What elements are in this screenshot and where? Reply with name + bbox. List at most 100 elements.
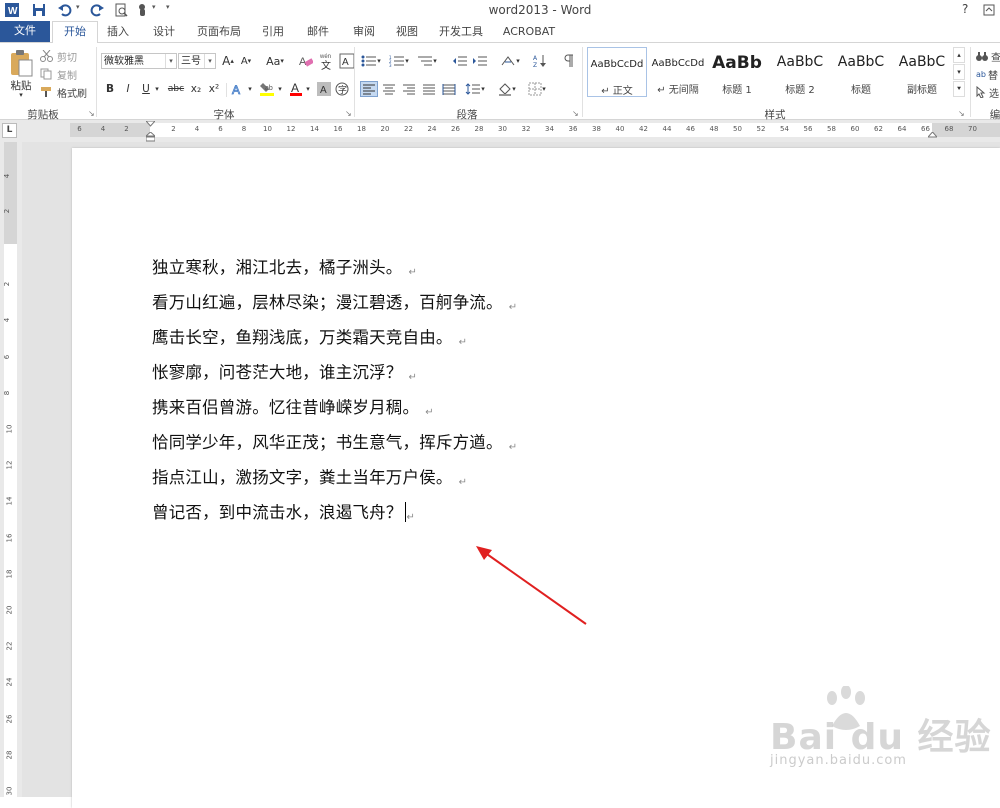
style-heading2[interactable]: AaBbC 标题 2 [770,47,830,97]
tab-mailings[interactable]: 邮件 [300,23,336,42]
text-effects-dropdown-icon[interactable]: ▾ [246,81,254,97]
multilevel-list-icon[interactable]: ▾ [416,53,438,69]
style-heading1[interactable]: AaBb 标题 1 [709,47,765,97]
tab-references[interactable]: 引用 [256,23,290,42]
style-title[interactable]: AaBbC 标题 [831,47,891,97]
svg-text:wén: wén [319,54,331,60]
font-size-box[interactable]: 三号 ▾ [178,53,216,69]
show-marks-icon[interactable] [560,53,576,69]
shading-icon[interactable]: ▾ [496,81,518,97]
ruler-number: 18 [357,125,366,133]
increase-indent-icon[interactable] [472,53,488,69]
tab-layout[interactable]: 页面布局 [192,23,246,42]
line-spacing-icon[interactable]: ▾ [464,81,486,97]
numbering-icon[interactable]: 1 2 3 ▾ [388,53,410,69]
clear-formatting-icon[interactable]: A [298,53,314,69]
borders-icon[interactable]: ▾ [526,81,548,97]
font-size-value: 三号 [181,56,201,67]
font-color-icon[interactable]: A [288,81,304,97]
phonetic-guide-icon[interactable]: wén 文 [318,51,336,71]
enclose-char-icon[interactable]: 字 [334,81,350,97]
bullets-icon[interactable]: ▾ [360,53,382,69]
font-color-dropdown-icon[interactable]: ▾ [304,81,312,97]
doc-line-8[interactable]: 曾记否，到中流击水，浪遏飞舟？ ↵ [152,499,415,523]
highlight-dropdown-icon[interactable]: ▾ [276,81,284,97]
doc-line-1[interactable]: 独立寒秋，湘江北去，橘子洲头。 ↵ [152,254,417,278]
change-case-button[interactable]: Aa ▾ [262,53,288,69]
style-normal-sample: AaBbCcDd [590,59,644,70]
chinese-layout-icon[interactable]: ▾ [498,53,522,69]
doc-line-7[interactable]: 指点江山，激扬文字，粪土当年万户侯。 ↵ [152,464,467,488]
align-right-icon[interactable] [400,81,418,97]
horizontal-ruler[interactable]: L 6 4 2 2 4 6 8 10 12 14 16 18 20 22 24 26 28 30 32 34 36 38 4… [0,120,1000,142]
tab-developer[interactable]: 开发工具 [434,23,488,42]
tab-file[interactable]: 文件 [0,21,50,42]
ribbon-display-icon[interactable] [982,2,996,18]
strikethrough-button[interactable]: abc [166,81,186,97]
style-normal[interactable]: AaBbCcDd ↵ 正文 [587,47,647,97]
grow-font-label: A [222,54,231,68]
format-painter-button[interactable]: 格式刷 [40,85,87,100]
help-button[interactable]: ? [962,2,968,16]
doc-line-2[interactable]: 看万山红遍，层林尽染；漫江碧透，百舸争流。 ↵ [152,289,517,313]
ruler-number: 44 [662,125,672,133]
doc-line-4[interactable]: 怅寥廓，问苍茫大地，谁主沉浮？ ↵ [152,359,417,383]
find-button[interactable]: 查 [976,49,1000,64]
right-indent-marker[interactable] [928,132,937,138]
shrink-font-button[interactable]: A ▾ [238,53,254,69]
align-left-icon[interactable] [360,81,378,97]
align-center-icon[interactable] [380,81,398,97]
paste-button[interactable]: 粘贴 [6,79,36,92]
doc-line-2-text: 看万山红遍，层林尽染；漫江碧透，百舸争流。 [152,293,503,312]
decrease-indent-icon[interactable] [452,53,468,69]
watermark-url: jingyan.baidu.com [770,753,907,768]
bold-button[interactable]: B [103,81,117,97]
superscript-button[interactable]: x² [206,81,222,97]
style-no-spacing[interactable]: AaBbCcDd ↵ 无间隔 [648,47,708,97]
vertical-ruler-number: 16 [5,533,14,543]
distributed-icon[interactable] [440,81,458,97]
styles-scroll-down-icon[interactable]: ▾ [953,64,965,80]
svg-text:A: A [232,83,240,96]
select-button[interactable]: 选 [976,85,999,100]
grow-font-button[interactable]: A ▴ [220,53,236,69]
paste-icon[interactable] [6,47,36,81]
clipboard-launcher-icon[interactable]: ↘ [88,109,95,118]
styles-launcher-icon[interactable]: ↘ [958,109,965,118]
doc-line-6[interactable]: 恰同学少年，风华正茂；书生意气，挥斥方遒。 ↵ [152,429,517,453]
char-shading-icon[interactable]: A [316,81,332,97]
tab-view[interactable]: 视图 [390,23,424,42]
styles-scroll-up-icon[interactable]: ▴ [953,47,965,63]
tab-design[interactable]: 设计 [146,23,182,42]
replace-button[interactable]: ab 替 [976,67,998,82]
paragraph-launcher-icon[interactable]: ↘ [572,109,579,118]
vertical-ruler[interactable]: 4 2 2 4 6 8 10 12 14 16 18 20 22 24 26 28 30 [0,142,22,797]
font-name-box[interactable]: 微软雅黑 ▾ [101,53,177,69]
underline-button[interactable]: U [139,81,153,97]
font-size-dropdown-icon[interactable]: ▾ [204,54,215,68]
first-line-indent-marker[interactable] [146,121,155,127]
text-effects-icon[interactable]: A [230,81,246,97]
tab-review[interactable]: 审阅 [346,23,382,42]
sort-icon[interactable]: AZ [532,53,548,69]
highlight-icon[interactable]: ab [258,81,276,97]
tab-insert[interactable]: 插入 [100,23,136,42]
doc-line-3[interactable]: 鹰击长空，鱼翔浅底，万类霜天竞自由。 ↵ [152,324,467,348]
font-launcher-icon[interactable]: ↘ [345,109,352,118]
justify-icon[interactable] [420,81,438,97]
font-name-dropdown-icon[interactable]: ▾ [165,54,176,68]
paste-dropdown-icon[interactable]: ▾ [16,91,26,99]
subscript-button[interactable]: x₂ [188,81,204,97]
vertical-ruler-top-margin [4,142,17,244]
italic-button[interactable]: I [121,81,135,97]
styles-more-icon[interactable]: ⯆ [953,81,965,97]
style-subtitle[interactable]: AaBbC 副标题 [892,47,952,97]
copy-button[interactable]: 复制 [40,67,77,82]
tab-home[interactable]: 开始 [52,21,98,43]
hanging-indent-marker[interactable] [146,132,155,142]
underline-dropdown-icon[interactable]: ▾ [153,81,161,97]
tab-acrobat[interactable]: ACROBAT [498,23,560,42]
cut-button[interactable]: 剪切 [40,49,77,64]
tab-selector[interactable]: L [2,123,17,138]
doc-line-5[interactable]: 携来百侣曾游。忆往昔峥嵘岁月稠。 ↵ [152,394,434,418]
